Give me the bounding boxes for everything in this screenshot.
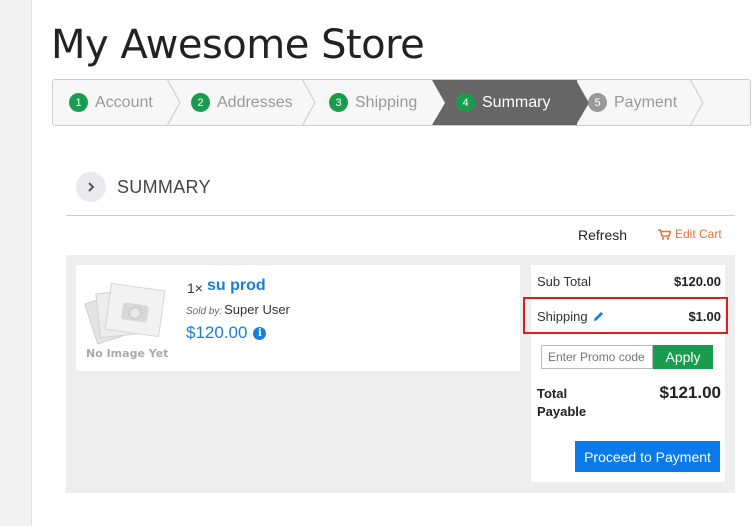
apply-button[interactable]: Apply <box>653 345 713 369</box>
cart-item: No Image Yet 1× su prod Sold by: Super Us… <box>76 265 520 371</box>
step-label: Summary <box>482 93 551 111</box>
product-name-link[interactable]: su prod <box>207 277 266 295</box>
page: My Awesome Store 1 Account 2 Addresses 3… <box>31 0 756 526</box>
item-price: $120.00 i <box>186 323 267 343</box>
sold-by: Sold by: Super User <box>186 302 290 317</box>
step-number: 4 <box>456 93 475 112</box>
step-label: Account <box>95 93 153 111</box>
shipping-value: $1.00 <box>688 309 721 324</box>
cart-panel: No Image Yet 1× su prod Sold by: Super Us… <box>66 255 735 493</box>
subtotal-label: Sub Total <box>537 274 591 289</box>
seller-name: Super User <box>224 302 290 317</box>
chevron-right-icon[interactable] <box>76 172 106 202</box>
step-number: 2 <box>191 93 210 112</box>
store-title: My Awesome Store <box>51 22 425 68</box>
edit-cart-label: Edit Cart <box>675 227 722 241</box>
summary-header[interactable]: SUMMARY <box>76 172 211 202</box>
chevron-separator <box>166 80 181 125</box>
cart-icon <box>658 228 671 240</box>
step-number: 1 <box>69 93 88 112</box>
step-shipping[interactable]: 3 Shipping <box>329 80 417 125</box>
info-icon[interactable]: i <box>253 326 267 340</box>
refresh-link[interactable]: Refresh <box>578 227 627 243</box>
edit-cart-link[interactable]: Edit Cart <box>658 227 722 241</box>
step-account[interactable]: 1 Account <box>69 80 153 125</box>
pencil-icon[interactable] <box>592 310 605 323</box>
no-image-text: No Image Yet <box>86 347 169 360</box>
step-addresses[interactable]: 2 Addresses <box>191 80 293 125</box>
checkout-steps: 1 Account 2 Addresses 3 Shipping 4 Summa… <box>52 79 751 126</box>
shipping-label: Shipping <box>537 309 588 324</box>
chevron-separator <box>301 80 316 125</box>
step-number: 5 <box>588 93 607 112</box>
step-summary[interactable]: 4 Summary <box>456 80 550 125</box>
sold-by-label: Sold by: <box>186 306 223 317</box>
step-number: 3 <box>329 93 348 112</box>
subtotal-row: Sub Total $120.00 <box>537 274 721 289</box>
no-image-placeholder: No Image Yet <box>82 273 168 363</box>
total-payable-value: $121.00 <box>659 383 721 402</box>
step-payment[interactable]: 5 Payment <box>588 80 677 125</box>
order-totals: Sub Total $120.00 Shipping $1.00 Apply T… <box>523 265 728 482</box>
summary-title: SUMMARY <box>117 176 211 197</box>
item-price-value: $120.00 <box>186 323 248 342</box>
divider <box>66 215 735 216</box>
total-payable-label: Total Payable <box>537 386 587 419</box>
item-quantity: 1× <box>187 280 203 296</box>
subtotal-value: $120.00 <box>674 274 721 289</box>
proceed-to-payment-button[interactable]: Proceed to Payment <box>575 441 720 472</box>
step-label: Payment <box>614 93 678 111</box>
promo-code-input[interactable] <box>541 345 653 369</box>
step-label: Shipping <box>355 93 418 111</box>
shipping-row: Shipping $1.00 <box>537 309 721 324</box>
chevron-separator <box>689 80 704 125</box>
step-label: Addresses <box>217 93 293 111</box>
